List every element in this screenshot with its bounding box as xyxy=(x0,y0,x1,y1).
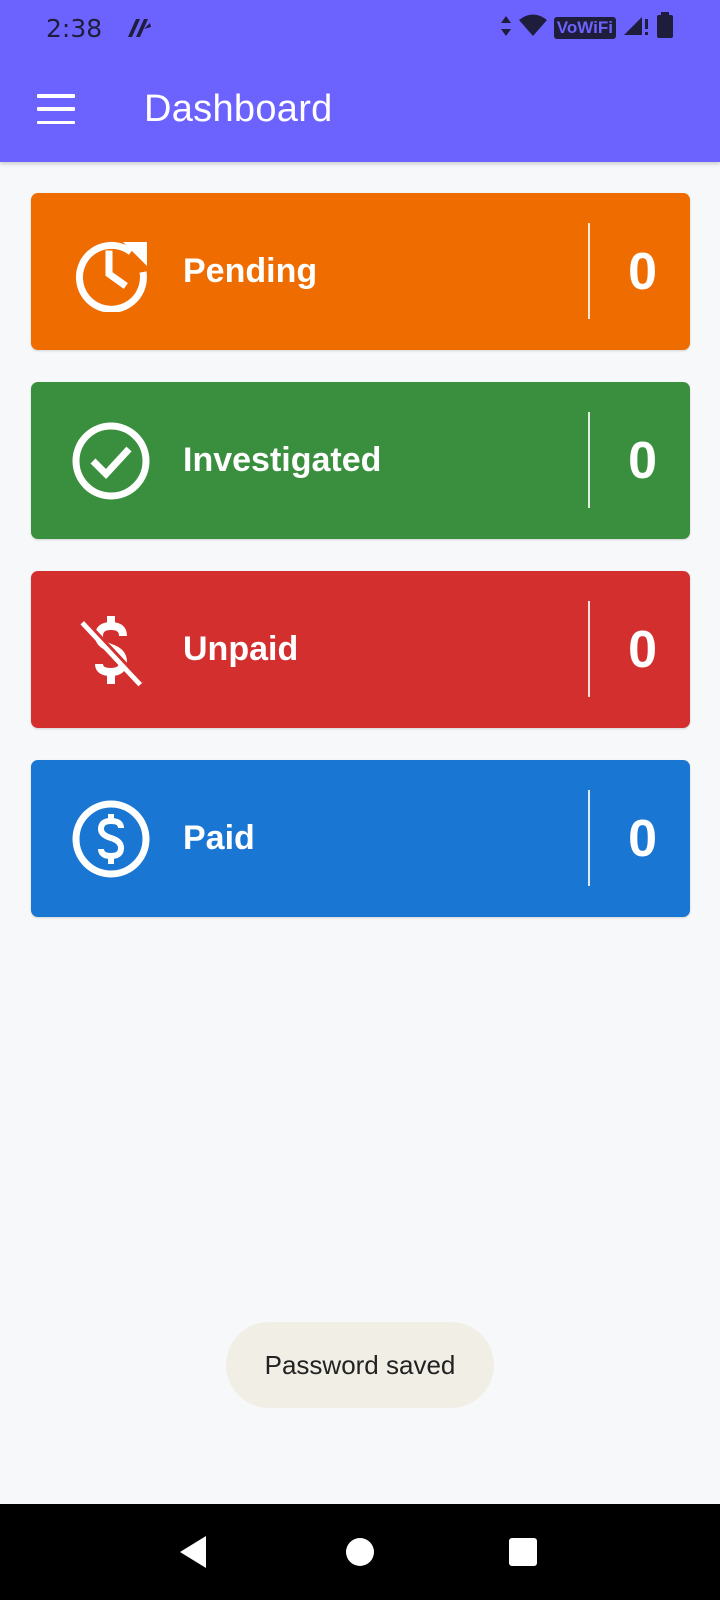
card-count: 0 xyxy=(628,242,657,301)
app-bar: 2:38 VoWiFi Dashboard xyxy=(0,0,720,162)
back-icon[interactable] xyxy=(178,1534,208,1575)
page-title: Dashboard xyxy=(144,87,333,130)
status-time: 2:38 xyxy=(46,13,103,43)
status-icons: VoWiFi xyxy=(500,11,674,46)
card-count: 0 xyxy=(628,431,657,490)
card-investigated[interactable]: Investigated 0 xyxy=(31,382,690,539)
toast-message: Password saved xyxy=(226,1322,494,1408)
card-divider xyxy=(588,790,590,886)
toolbar: Dashboard xyxy=(0,56,720,162)
recents-icon[interactable] xyxy=(508,1537,538,1572)
home-icon[interactable] xyxy=(345,1537,375,1572)
check-circle-icon xyxy=(71,421,151,501)
card-divider xyxy=(588,223,590,319)
data-arrows-icon xyxy=(500,13,512,44)
card-label: Investigated xyxy=(183,441,382,479)
app-notification-icon xyxy=(124,15,154,41)
card-pending[interactable]: Pending 0 xyxy=(31,193,690,350)
pending-clock-icon xyxy=(71,232,151,312)
card-paid[interactable]: Paid 0 xyxy=(31,760,690,917)
card-count: 0 xyxy=(628,809,657,868)
card-divider xyxy=(588,601,590,697)
card-label: Unpaid xyxy=(183,630,299,668)
paid-dollar-icon xyxy=(71,799,151,879)
status-bar: 2:38 VoWiFi xyxy=(0,0,720,56)
card-count: 0 xyxy=(628,620,657,679)
wifi-icon xyxy=(518,13,548,44)
money-off-icon xyxy=(71,610,151,690)
signal-icon xyxy=(622,13,650,44)
menu-icon[interactable] xyxy=(37,94,77,124)
dashboard-cards: Pending 0 Investigated 0 Unpaid 0 Paid 0 xyxy=(31,193,690,949)
card-label: Paid xyxy=(183,819,255,857)
card-label: Pending xyxy=(183,252,318,290)
card-divider xyxy=(588,412,590,508)
vowifi-badge: VoWiFi xyxy=(553,17,616,39)
system-nav-bar xyxy=(0,1504,720,1600)
battery-icon xyxy=(656,11,674,46)
card-unpaid[interactable]: Unpaid 0 xyxy=(31,571,690,728)
